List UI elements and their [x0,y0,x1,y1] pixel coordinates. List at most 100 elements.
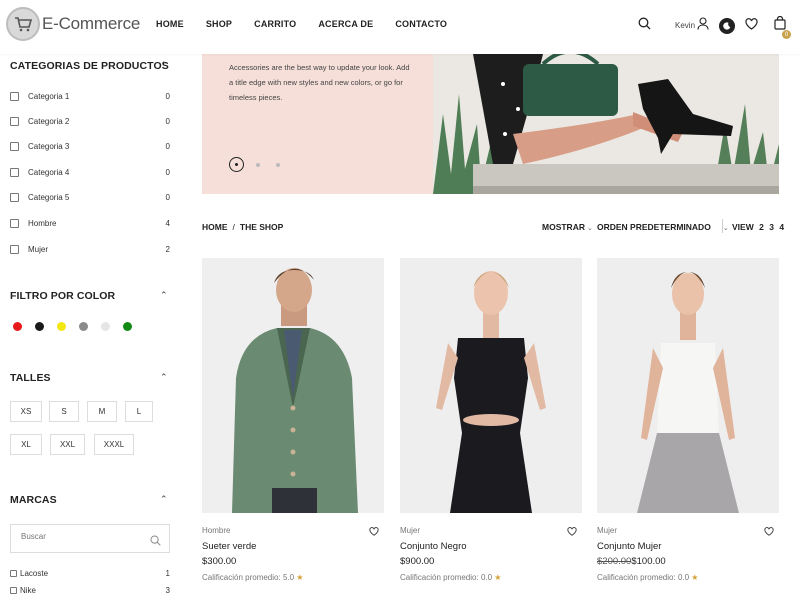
size-option[interactable]: XXXL [94,434,134,455]
category-count: 0 [165,192,170,202]
cart-button[interactable]: 0 [774,15,792,39]
size-option[interactable]: M [87,401,117,422]
breadcrumb-home[interactable]: HOME [202,222,228,232]
checkbox[interactable] [10,586,17,594]
heart-icon[interactable] [745,17,758,35]
nav-contact[interactable]: CONTACTO [395,19,447,29]
sort-label: ORDEN PREDETERMINADO [597,222,711,232]
checkbox[interactable] [10,116,19,126]
star-icon: ★ [691,573,699,582]
search-icon[interactable] [638,17,651,35]
brand-filter-item[interactable]: Lacoste 1 [10,567,170,579]
nav-home[interactable]: HOME [156,19,184,29]
size-option[interactable]: XS [10,401,42,422]
dark-mode-toggle[interactable] [719,17,736,34]
product-category[interactable]: Hombre [202,526,230,535]
product-name[interactable]: Conjunto Mujer [597,541,661,552]
brand-search [10,524,170,553]
heart-icon[interactable] [764,523,774,541]
view-option-4[interactable]: 4 [779,222,784,232]
user-icon[interactable] [697,16,709,35]
color-swatch-red[interactable] [13,322,22,331]
color-swatch-white[interactable] [101,322,110,331]
category-count: 0 [165,141,170,151]
user-name[interactable]: Kevin [675,21,695,30]
product-card[interactable]: Mujer Conjunto Mujer $200.00$100.00 Cali… [597,258,779,582]
product-rating: Calificación promedio: 0.0 ★ [400,573,501,582]
product-category[interactable]: Mujer [597,526,617,535]
checkbox[interactable] [10,244,19,254]
category-filter-item[interactable]: Categoria 2 0 [10,114,170,128]
filters-sidebar: CATEGORIAS DE PRODUCTOS ⌃ Categoria 1 0 C… [0,54,185,600]
category-label: Hombre [28,218,57,228]
view-option-2[interactable]: 2 [759,222,764,232]
product-price: $200.00$100.00 [597,556,666,567]
chevron-up-icon[interactable]: ⌃ [160,494,168,505]
size-option[interactable]: L [125,401,153,422]
view-option-3[interactable]: 3 [769,222,774,232]
checkbox[interactable] [10,91,19,101]
slider-dot-active[interactable] [229,157,244,172]
product-image[interactable] [400,258,582,513]
product-image[interactable] [597,258,779,513]
product-card[interactable]: Mujer Conjunto Negro $900.00 Calificació… [400,258,582,582]
category-filter-item[interactable]: Categoria 5 0 [10,190,170,204]
category-filter-item[interactable]: Categoria 3 0 [10,139,170,153]
rating-label: Calificación promedio: [202,573,281,582]
brand-search-input[interactable] [21,532,141,541]
star-icon: ★ [494,573,502,582]
promo-banner: Accessories are the best way to update y… [202,54,779,194]
size-option[interactable]: XL [10,434,42,455]
cart-count-badge: 0 [782,30,792,39]
product-sale-price: $100.00 [631,556,666,567]
category-filter-item[interactable]: Categoria 4 0 [10,165,170,179]
sort-dropdown[interactable]: ORDEN PREDETERMINADO ⌄ [597,222,729,232]
category-filter-item[interactable]: Categoria 1 0 [10,89,170,103]
color-swatch-black[interactable] [35,322,44,331]
bag-icon [774,15,786,30]
product-card[interactable]: Hombre Sueter verde $300.00 Calificación… [202,258,384,582]
nav-about[interactable]: ACERCA DE [318,19,373,29]
size-option[interactable]: XXL [50,434,85,455]
chevron-up-icon[interactable]: ⌃ [160,290,168,301]
checkbox[interactable] [10,167,19,177]
product-category[interactable]: Mujer [400,526,420,535]
product-name[interactable]: Sueter verde [202,541,256,552]
checkbox[interactable] [10,218,19,228]
chevron-up-icon[interactable]: ⌃ [160,60,168,71]
size-option[interactable]: S [49,401,79,422]
chevron-down-icon: ⌄ [722,225,729,232]
banner-image [433,54,779,194]
product-name[interactable]: Conjunto Negro [400,541,467,552]
site-header: E-Commerce HOME SHOP CARRITO ACERCA DE C… [0,0,800,54]
slider-dot[interactable] [256,163,260,167]
checkbox[interactable] [10,141,19,151]
category-filter-item[interactable]: Mujer 2 [10,242,170,256]
chevron-up-icon[interactable]: ⌃ [160,372,168,383]
checkbox[interactable] [10,192,19,202]
color-swatch-green[interactable] [123,322,132,331]
slider-dot[interactable] [276,163,280,167]
product-image[interactable] [202,258,384,513]
category-label: Categoria 3 [28,141,70,151]
rating-value: 5.0 [282,573,295,582]
logo[interactable]: E-Commerce [6,7,140,41]
nav-shop[interactable]: SHOP [206,19,232,29]
search-icon[interactable] [150,533,161,551]
category-filter-item[interactable]: Hombre 4 [10,216,170,230]
nav-cart[interactable]: CARRITO [254,19,296,29]
heart-icon[interactable] [369,523,379,541]
color-swatch-yellow[interactable] [57,322,66,331]
breadcrumb: HOME / THE SHOP [202,222,283,232]
main-nav: HOME SHOP CARRITO ACERCA DE CONTACTO [156,19,447,29]
breadcrumb-separator: / [232,222,235,232]
checkbox[interactable] [10,569,17,577]
show-dropdown[interactable]: MOSTRAR ⌄ [542,222,593,232]
cart-logo-icon [6,7,40,41]
product-rating: Calificación promedio: 5.0 ★ [202,573,303,582]
view-options: VIEW 2 3 4 [732,222,784,232]
color-swatch-gray[interactable] [79,322,88,331]
product-price: $900.00 [400,556,435,567]
brand-filter-item[interactable]: Nike 3 [10,584,170,596]
heart-icon[interactable] [567,523,577,541]
